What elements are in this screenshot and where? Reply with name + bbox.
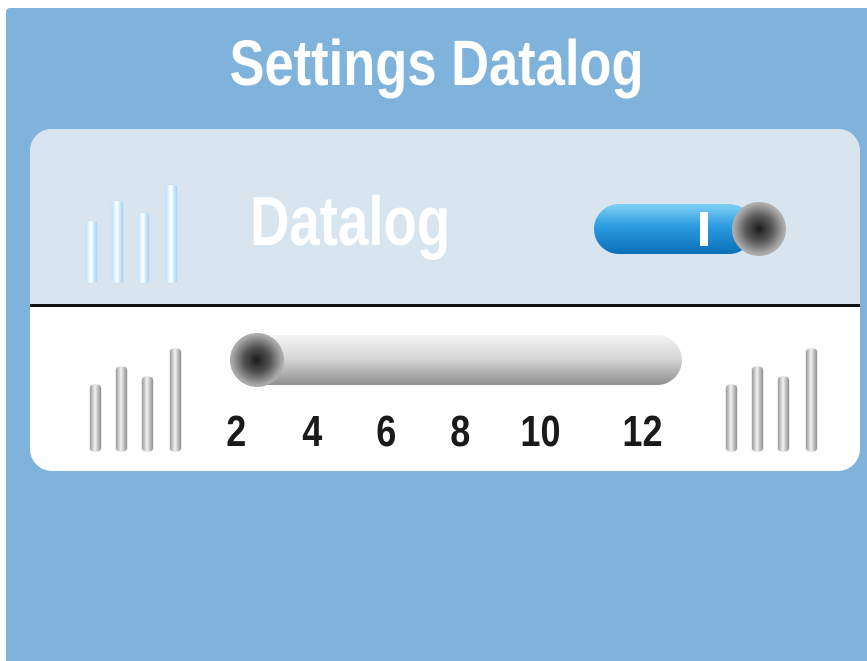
datalog-row: Datalog (30, 129, 860, 305)
slider-knob[interactable] (230, 333, 284, 387)
row-divider (30, 304, 860, 307)
tick-label: 6 (376, 407, 397, 456)
toggle-on-indicator (700, 212, 708, 246)
interval-slider[interactable] (230, 333, 682, 387)
signal-bars-icon (90, 349, 190, 451)
signal-bars-icon (726, 349, 826, 451)
tick-label: 10 (520, 407, 561, 456)
settings-screen: Settings Datalog Datalog 2 4 6 8 10 12 (6, 8, 867, 661)
settings-panel: Datalog 2 4 6 8 10 12 (30, 129, 860, 471)
tick-label: 2 (226, 407, 247, 456)
page-title: Settings Datalog (229, 27, 644, 99)
datalog-label: Datalog (250, 182, 451, 260)
signal-bars-icon (86, 183, 190, 283)
slider-tick-labels: 2 4 6 8 10 12 (218, 407, 698, 457)
tick-label: 4 (302, 407, 323, 456)
datalog-toggle[interactable] (594, 202, 786, 256)
toggle-knob[interactable] (732, 202, 786, 256)
tick-label: 8 (450, 407, 471, 456)
toggle-track (594, 204, 754, 254)
slider-track[interactable] (230, 335, 682, 385)
tick-label: 12 (622, 407, 663, 456)
